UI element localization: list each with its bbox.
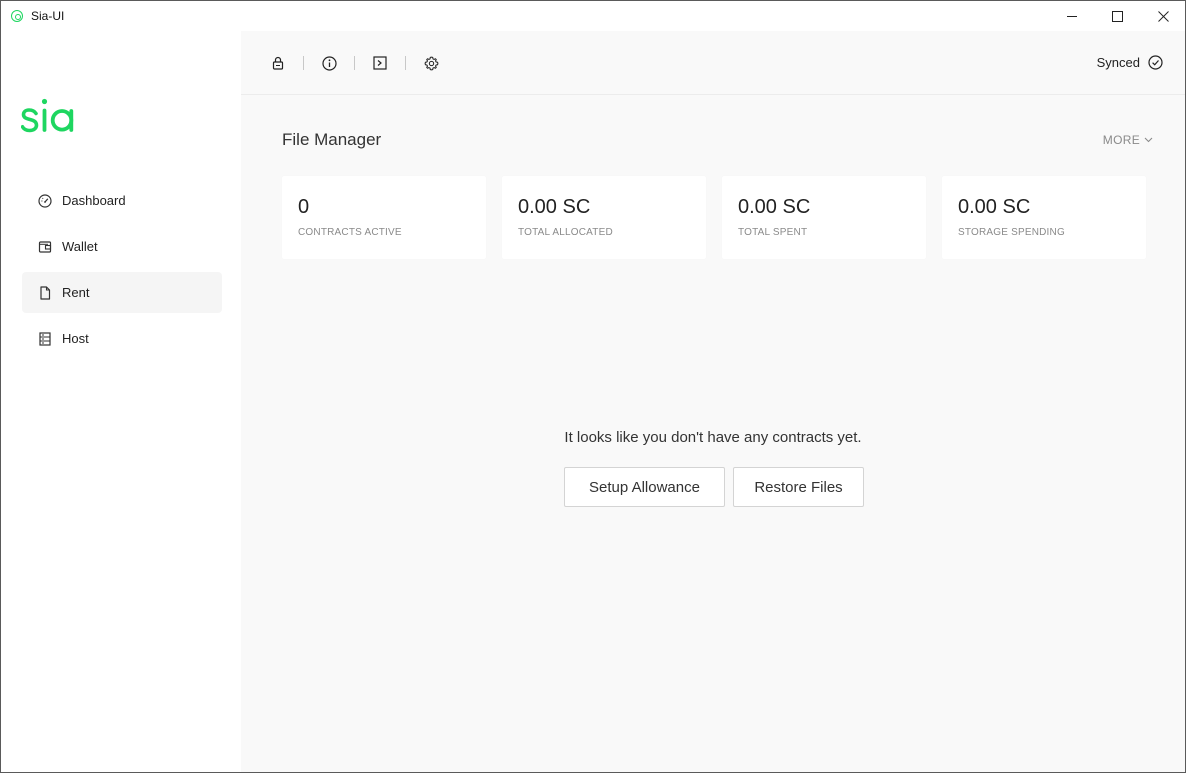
sia-app-icon — [11, 10, 23, 22]
sidebar-item-label: Host — [62, 331, 89, 346]
window-title: Sia-UI — [31, 9, 65, 23]
sidebar-item-label: Dashboard — [62, 193, 126, 208]
stat-value: 0.00 SC — [518, 196, 591, 218]
sidebar-item-label: Wallet — [62, 239, 98, 254]
lock-button[interactable] — [269, 54, 287, 72]
sidebar-item-rent[interactable]: Rent — [22, 272, 222, 313]
app-window: Sia-UI Dashboard Wallet Rent Host Synced… — [0, 0, 1186, 773]
terminal-icon — [373, 56, 387, 70]
maximize-icon — [1111, 10, 1123, 22]
settings-gear-icon — [424, 56, 438, 70]
minimize-button[interactable] — [1049, 1, 1095, 31]
stat-card-storage-spending: 0.00 SC STORAGE SPENDING — [942, 176, 1146, 259]
title-bar: Sia-UI — [1, 1, 1185, 31]
stat-label: TOTAL SPENT — [738, 227, 808, 238]
stat-value: 0.00 SC — [958, 196, 1031, 218]
settings-button[interactable] — [422, 54, 440, 72]
setup-allowance-button[interactable]: Setup Allowance — [564, 467, 725, 507]
empty-state-message: It looks like you don't have any contrac… — [564, 429, 862, 446]
sync-status: Synced — [1097, 55, 1163, 70]
sia-logo — [20, 96, 91, 143]
info-icon — [321, 55, 337, 71]
close-button[interactable] — [1140, 1, 1185, 31]
check-circle-icon — [1148, 55, 1163, 70]
toolbar-divider — [354, 56, 355, 70]
stat-label: CONTRACTS ACTIVE — [298, 227, 402, 238]
host-server-icon — [37, 331, 53, 347]
sidebar-item-host[interactable]: Host — [22, 318, 222, 359]
minimize-icon — [1066, 15, 1077, 17]
toolbar-divider — [303, 56, 304, 70]
sidebar: Dashboard Wallet Rent Host — [1, 31, 241, 772]
chevron-down-icon — [1144, 137, 1153, 143]
page-title: File Manager — [282, 130, 382, 149]
maximize-button[interactable] — [1094, 1, 1140, 31]
close-icon — [1157, 10, 1169, 22]
file-icon — [37, 285, 53, 301]
stat-value: 0.00 SC — [738, 196, 811, 218]
stat-label: TOTAL ALLOCATED — [518, 227, 613, 238]
sync-status-label: Synced — [1096, 55, 1140, 70]
dashboard-gauge-icon — [37, 193, 53, 209]
restore-files-button[interactable]: Restore Files — [733, 467, 864, 507]
toolbar-divider — [405, 56, 406, 70]
sidebar-item-label: Rent — [62, 285, 90, 300]
sidebar-item-dashboard[interactable]: Dashboard — [22, 180, 222, 221]
sidebar-item-wallet[interactable]: Wallet — [22, 226, 222, 267]
stat-card-total-spent: 0.00 SC TOTAL SPENT — [722, 176, 926, 259]
terminal-button[interactable] — [371, 54, 389, 72]
lock-icon — [272, 56, 284, 70]
main-content: Synced File Manager MORE 0 CONTRACTS ACT… — [241, 31, 1185, 772]
top-toolbar: Synced — [241, 31, 1185, 95]
wallet-icon — [37, 239, 53, 255]
more-label: MORE — [1102, 133, 1140, 147]
stat-label: STORAGE SPENDING — [958, 227, 1065, 238]
stat-card-total-allocated: 0.00 SC TOTAL ALLOCATED — [502, 176, 706, 259]
stat-value: 0 — [298, 196, 310, 218]
stat-card-contracts-active: 0 CONTRACTS ACTIVE — [282, 176, 486, 259]
about-button[interactable] — [320, 54, 338, 72]
more-dropdown-button[interactable]: MORE — [1103, 133, 1153, 147]
